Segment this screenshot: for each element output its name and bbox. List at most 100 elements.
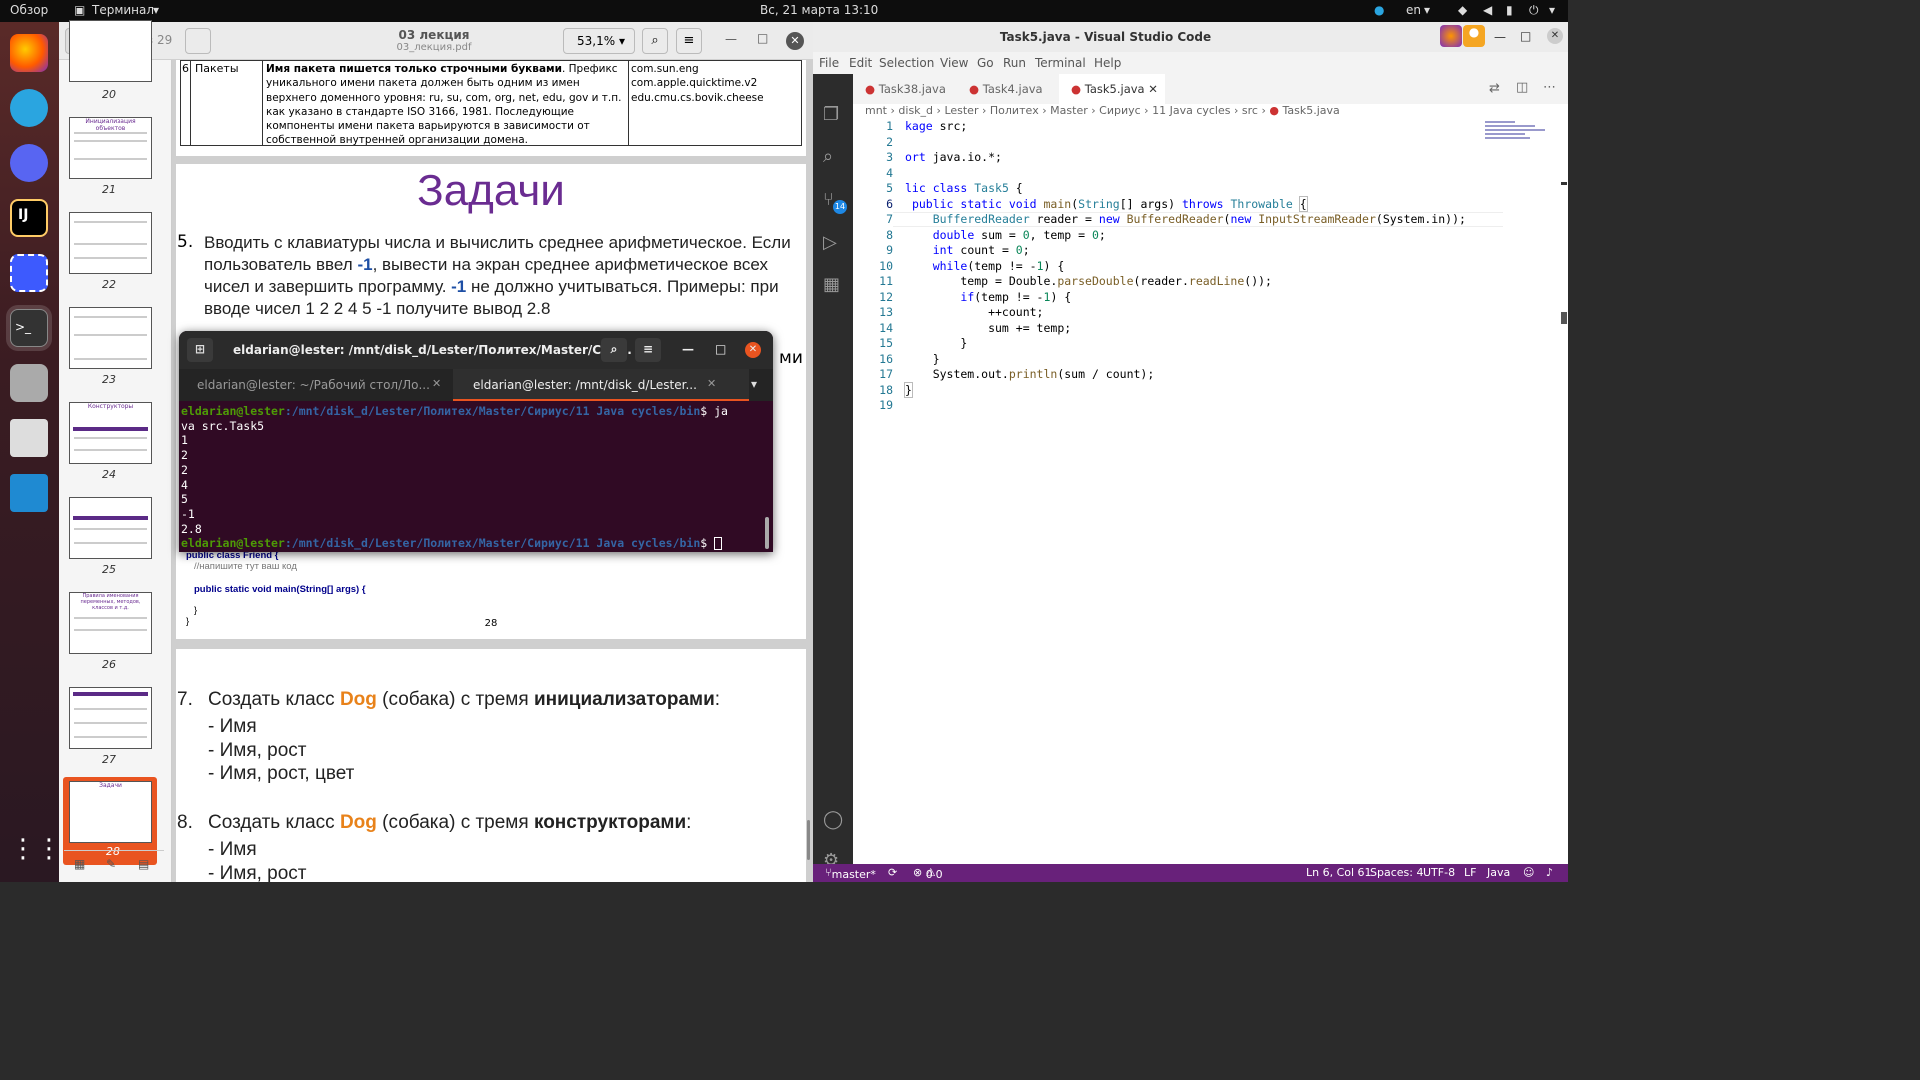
close-icon[interactable]: ✕	[1547, 28, 1563, 44]
new-tab-icon[interactable]: ⊞	[187, 338, 213, 362]
minimize-icon[interactable]: —	[1494, 30, 1506, 44]
clock[interactable]: Вс, 21 марта 13:10	[760, 3, 878, 17]
more-actions-icon[interactable]: ⋯	[1543, 80, 1556, 95]
terminal-tab-1[interactable]: eldarian@lester: ~/Рабочий стол/Ло...	[197, 378, 430, 392]
minimap[interactable]	[1485, 119, 1555, 179]
sync-icon[interactable]: ⟳	[888, 866, 897, 879]
split-editor-icon[interactable]: ◫	[1516, 80, 1528, 95]
power-icon[interactable]: ⏻	[1529, 3, 1539, 18]
feedback-icon[interactable]: ☺	[1523, 866, 1534, 879]
files-icon[interactable]	[10, 364, 48, 402]
lang-indicator[interactable]: en	[1406, 3, 1421, 17]
annotations-mode-icon[interactable]: ✎	[106, 857, 116, 871]
thumbnail-page[interactable]: Конструкторы	[69, 402, 152, 464]
discord-icon[interactable]	[10, 144, 48, 182]
microphone-icon[interactable]: ▮	[1506, 3, 1513, 17]
tab-task5[interactable]: ● Task5.java ✕	[1059, 74, 1165, 104]
menu-icon[interactable]: ≡	[676, 28, 702, 54]
bell-icon[interactable]: ♪	[1546, 866, 1553, 879]
language-mode[interactable]: Java	[1487, 866, 1510, 879]
thumbnail-number: 25	[102, 563, 116, 576]
document-viewer-icon[interactable]	[10, 419, 48, 457]
bookmarks-mode-icon[interactable]: ▤	[138, 857, 149, 871]
minimize-icon[interactable]: —	[725, 32, 737, 46]
code-editor[interactable]: kage src; ort java.io.*; lic class Task5…	[904, 119, 1466, 398]
search-icon[interactable]: ⌕	[601, 338, 627, 362]
chevron-down-icon[interactable]: ▾	[1549, 3, 1555, 17]
thumbnail-page[interactable]	[69, 497, 152, 559]
eol[interactable]: LF	[1464, 866, 1476, 879]
search-icon[interactable]: ⌕	[642, 28, 668, 54]
close-icon[interactable]: ✕	[786, 32, 804, 50]
task-8-list: - Имя- Имя, рост- И	[208, 839, 307, 882]
menu-help[interactable]: Help	[1094, 56, 1121, 70]
status-bar: ⑂ master* ⟳ ⊗ 0 ⚠ 0 Ln 6, Col 61 Spaces:…	[813, 864, 1568, 882]
wifi-icon[interactable]: ◆	[1458, 3, 1467, 17]
volume-icon[interactable]: ◀	[1483, 3, 1492, 17]
close-icon[interactable]: ✕	[707, 377, 716, 390]
telegram-tray-icon[interactable]: ●	[1374, 3, 1384, 17]
pdf-toolbar: 28 из 29 03 лекция 03_лекция.pdf 53,1% ▾…	[59, 22, 813, 60]
encoding[interactable]: UTF-8	[1423, 866, 1455, 879]
thumbnail-page[interactable]	[69, 212, 152, 274]
tab-task4[interactable]: ● Task4.java	[957, 74, 1057, 104]
zoom-select[interactable]: 53,1% ▾	[563, 28, 635, 54]
indentation[interactable]: Spaces: 4	[1370, 866, 1423, 879]
explorer-icon[interactable]: ❐	[823, 104, 839, 125]
microphone-icon[interactable]: ●	[1463, 25, 1485, 47]
app-grid-icon[interactable]: ⋮⋮	[10, 834, 62, 872]
tab-task38[interactable]: ● Task38.java	[853, 74, 955, 104]
thumbnail-page[interactable]	[69, 687, 152, 749]
close-icon[interactable]: ✕	[745, 342, 761, 358]
run-debug-icon[interactable]: ▷	[823, 232, 837, 253]
maximize-icon[interactable]: □	[715, 342, 726, 356]
thumbnail-page[interactable]	[69, 307, 152, 369]
thumbnail-number: 27	[102, 753, 116, 766]
vscode-icon[interactable]	[10, 474, 48, 512]
account-icon[interactable]: ◯	[823, 809, 843, 830]
app-menu[interactable]: Терминал	[92, 3, 154, 17]
minimize-icon[interactable]: —	[682, 342, 694, 356]
terminal-title: eldarian@lester: /mnt/disk_d/Lester/Поли…	[233, 343, 632, 357]
terminal-output[interactable]: eldarian@lester:/mnt/disk_d/Lester/Полит…	[181, 404, 769, 551]
chevron-down-icon[interactable]: ▾	[751, 377, 757, 391]
thumbnail-number: 24	[102, 468, 116, 481]
terminal-tab-2[interactable]: eldarian@lester: /mnt/disk_d/Lester... ✕	[453, 369, 749, 401]
cursor-position[interactable]: Ln 6, Col 61	[1306, 866, 1372, 879]
branch-indicator[interactable]: ⑂ master*	[825, 866, 876, 881]
menu-edit[interactable]: Edit	[849, 56, 872, 70]
terminal-icon[interactable]: >_	[10, 309, 48, 347]
problems-indicator[interactable]: ⊗ 0 ⚠ 0	[913, 866, 943, 881]
scrollbar[interactable]	[1561, 312, 1567, 324]
firefox-icon[interactable]	[10, 34, 48, 72]
close-icon: ✕	[1148, 82, 1158, 96]
menu-file[interactable]: File	[819, 56, 839, 70]
scrollbar[interactable]	[765, 517, 769, 549]
close-icon[interactable]: ✕	[432, 377, 441, 390]
scrollbar[interactable]	[807, 820, 810, 860]
maximize-icon[interactable]: □	[1520, 29, 1531, 43]
menu-icon[interactable]: ≡	[635, 338, 661, 362]
maximize-icon[interactable]: □	[757, 31, 768, 45]
thumbnail-page[interactable]	[69, 20, 152, 82]
screenshot-icon[interactable]	[10, 254, 48, 292]
thumbnail-number: 23	[102, 373, 116, 386]
overview-button[interactable]: Обзор	[10, 3, 48, 17]
compare-icon[interactable]: ⇄	[1489, 81, 1500, 96]
firefox-icon[interactable]	[1440, 25, 1462, 47]
menu-selection[interactable]: Selection	[879, 56, 934, 70]
telegram-icon[interactable]	[10, 89, 48, 127]
search-icon[interactable]: ⌕	[823, 146, 833, 167]
menu-run[interactable]: Run	[1003, 56, 1026, 70]
intellij-icon[interactable]: IJ	[10, 199, 48, 237]
extensions-icon[interactable]: ▦	[823, 274, 840, 295]
thumbnail-page[interactable]: Правила именования переменных, методов, …	[69, 592, 152, 654]
thumbnail-page[interactable]: Инициализация объектов	[69, 117, 152, 179]
thumbnails-mode-icon[interactable]: ▦	[74, 857, 85, 871]
annotate-pen-icon[interactable]	[185, 28, 211, 54]
menu-go[interactable]: Go	[977, 56, 994, 70]
menu-bar: File Edit Selection View Go Run Terminal…	[813, 52, 1568, 74]
code-sample: public class Friend { //напишите тут ваш…	[186, 550, 366, 627]
menu-terminal[interactable]: Terminal	[1035, 56, 1086, 70]
menu-view[interactable]: View	[940, 56, 968, 70]
